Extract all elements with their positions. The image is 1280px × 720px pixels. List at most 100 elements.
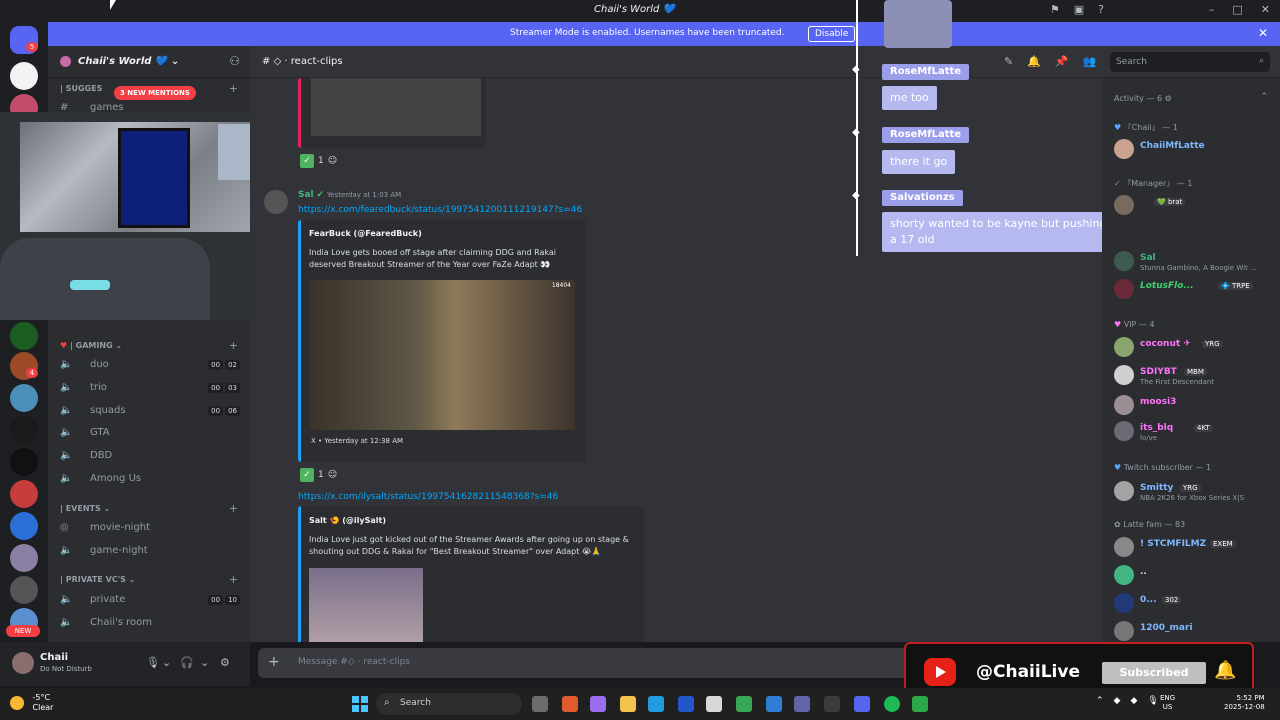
embed-author[interactable]: Salt 🍤 (@ilySalt) <box>309 516 386 525</box>
task-view-icon[interactable] <box>532 696 548 712</box>
voice-channel-duo[interactable]: 🔈 duo 00 02 <box>60 357 240 375</box>
member-row[interactable]: ChaiiMfLatte <box>1114 138 1274 160</box>
threads-icon[interactable]: ✎ <box>1004 55 1013 68</box>
add-channel-icon[interactable]: + <box>229 502 238 515</box>
message-link[interactable]: https://x.com/ilysalt/status/19975416282… <box>298 492 558 502</box>
category-private-vcs[interactable]: | PRIVATE VC'S ⌄ <box>60 575 135 584</box>
category-suggestions[interactable]: | SUGGES <box>60 84 102 93</box>
add-channel-icon[interactable]: + <box>229 82 238 95</box>
discord-icon[interactable] <box>854 696 870 712</box>
member-row[interactable]: Smitty YRG NBA 2K26 for Xbox Series X|S <box>1114 480 1274 502</box>
taskbar-search[interactable]: ⌕ Search <box>376 693 522 715</box>
clock[interactable]: 5:52 PM 2025-12-08 <box>1224 694 1265 712</box>
store-icon[interactable] <box>706 696 722 712</box>
add-channel-icon[interactable]: + <box>229 573 238 586</box>
weather-widget[interactable]: -5°C Clear <box>10 693 53 713</box>
app-icon-1[interactable] <box>562 696 578 712</box>
chevron-down-icon[interactable]: ⌄ <box>200 656 209 669</box>
server-icon-1[interactable] <box>10 62 38 90</box>
windows-start-icon[interactable] <box>352 696 368 712</box>
maximize-icon[interactable]: □ <box>1232 3 1242 16</box>
embed-author[interactable]: FearBuck (@FearedBuck) <box>309 229 422 238</box>
server-icon-6[interactable] <box>10 480 38 508</box>
member-row[interactable]: SDIYBT MBM The First Descendant <box>1114 364 1274 386</box>
new-mentions-pill[interactable]: 3 NEW MENTIONS <box>114 86 196 100</box>
inbox-icon[interactable]: ⚑ <box>1050 3 1060 16</box>
microphone-icon[interactable]: 🎙 <box>1147 696 1158 706</box>
server-header[interactable]: Chaii's World 💙 ⌄ ⚇ <box>48 46 250 78</box>
app-icon-5[interactable] <box>824 696 840 712</box>
app-icon-4[interactable] <box>766 696 782 712</box>
app-icon-3[interactable] <box>678 696 694 712</box>
app-icon-2[interactable] <box>590 696 606 712</box>
voice-channel-among-us[interactable]: 🔈 Among Us <box>60 471 240 489</box>
spotify-icon[interactable] <box>884 696 900 712</box>
server-icon-9[interactable] <box>10 576 38 604</box>
search-input[interactable]: Search ⌕ <box>1110 52 1270 72</box>
minimize-icon[interactable]: – <box>1209 3 1215 16</box>
member-row[interactable]: its_blq 4KT lo/ve <box>1114 420 1274 442</box>
member-list-icon[interactable]: 👥 <box>1083 55 1097 68</box>
bell-icon[interactable]: 🔔 <box>1027 55 1041 68</box>
embed-image[interactable] <box>309 568 423 642</box>
chevron-up-icon[interactable]: ⌃ <box>1096 696 1104 706</box>
headphones-icon[interactable]: 🎧 <box>180 656 194 669</box>
voice-channel-squads[interactable]: 🔈 squads 00 06 <box>60 403 240 421</box>
tray-icon[interactable]: ◆ <box>1130 696 1137 706</box>
chrome-icon[interactable] <box>736 696 752 712</box>
pin-icon[interactable]: 📌 <box>1055 55 1069 68</box>
banner-close-icon[interactable]: ✕ <box>1258 26 1268 40</box>
embed-video[interactable]: 18404 <box>309 280 575 430</box>
member-row[interactable]: .. <box>1114 564 1274 586</box>
server-icon-7[interactable] <box>10 512 38 540</box>
chevron-up-icon[interactable]: ⌃ <box>1260 92 1268 102</box>
language-indicator[interactable]: ENG US <box>1160 694 1175 712</box>
previous-embed-image[interactable] <box>311 78 481 136</box>
voice-channel-private[interactable]: 🔈 private 00 10 <box>60 592 240 610</box>
add-reaction-icon[interactable]: ☺ <box>328 156 337 166</box>
add-reaction-icon[interactable]: ☺ <box>328 470 337 480</box>
member-row[interactable]: 0... 302 <box>1114 592 1274 614</box>
file-explorer-icon[interactable] <box>620 696 636 712</box>
voice-channel-trio[interactable]: 🔈 trio 00 03 <box>60 380 240 398</box>
voice-channel-gta[interactable]: 🔈 GTA <box>60 425 240 443</box>
activity-header[interactable]: Activity — 6 ⚙ <box>1114 94 1172 103</box>
server-icon-kvb[interactable] <box>10 322 38 350</box>
message-link[interactable]: https://x.com/fearedbuck/status/19975412… <box>298 205 582 215</box>
avatar[interactable] <box>264 190 288 214</box>
close-window-icon[interactable]: ✕ <box>1261 3 1270 16</box>
avatar[interactable] <box>12 652 34 674</box>
category-events[interactable]: | EVENTS ⌄ <box>60 504 110 513</box>
member-row[interactable]: 💚 brat <box>1114 194 1274 216</box>
add-channel-icon[interactable]: + <box>229 339 238 352</box>
member-row[interactable]: 1200_mari <box>1114 620 1274 642</box>
help-icon[interactable]: ? <box>1098 3 1104 16</box>
voice-channel-chaii-room[interactable]: 🔈 Chaii's room <box>60 615 240 633</box>
reaction[interactable]: ✓ 1 ☺ <box>300 466 337 484</box>
voice-channel-dbd[interactable]: 🔈 DBD <box>60 448 240 466</box>
gear-icon[interactable]: ⚙ <box>220 656 230 669</box>
stage-channel-movie-night[interactable]: ◎ movie-night <box>60 520 240 538</box>
screen-icon[interactable]: ▣ <box>1074 3 1084 16</box>
reaction[interactable]: ✓ 1 ☺ <box>300 152 337 170</box>
disable-button[interactable]: Disable <box>808 26 856 42</box>
server-icon-4[interactable] <box>10 384 38 412</box>
member-row[interactable]: Sal Stunna Gambino, A Boogie Wit ... <box>1114 250 1274 272</box>
message-author[interactable]: Sal <box>298 190 314 200</box>
add-attachment-icon[interactable]: + <box>268 654 280 670</box>
category-gaming[interactable]: ♥ | GAMING ⌄ <box>60 341 122 350</box>
server-icon-8[interactable] <box>10 544 38 572</box>
server-icon-of[interactable] <box>10 448 38 476</box>
edge-icon[interactable] <box>648 696 664 712</box>
member-row[interactable]: ! STCMFILMZ EXEM <box>1114 536 1274 558</box>
chevron-down-icon[interactable]: ⌄ <box>162 656 171 669</box>
app-icon-6[interactable] <box>912 696 928 712</box>
member-row[interactable]: LotusFlo... 💠 TRPE <box>1114 278 1274 300</box>
tray-icon[interactable]: ◆ <box>1114 696 1121 706</box>
teams-icon[interactable] <box>794 696 810 712</box>
member-row[interactable]: moosi3 <box>1114 394 1274 416</box>
member-row[interactable]: coconut ✈ YRG <box>1114 336 1274 358</box>
invite-icon[interactable]: ⚇ <box>229 54 240 68</box>
microphone-icon[interactable]: 🎙 <box>146 656 160 669</box>
voice-channel-game-night[interactable]: 🔈 game-night <box>60 543 240 561</box>
